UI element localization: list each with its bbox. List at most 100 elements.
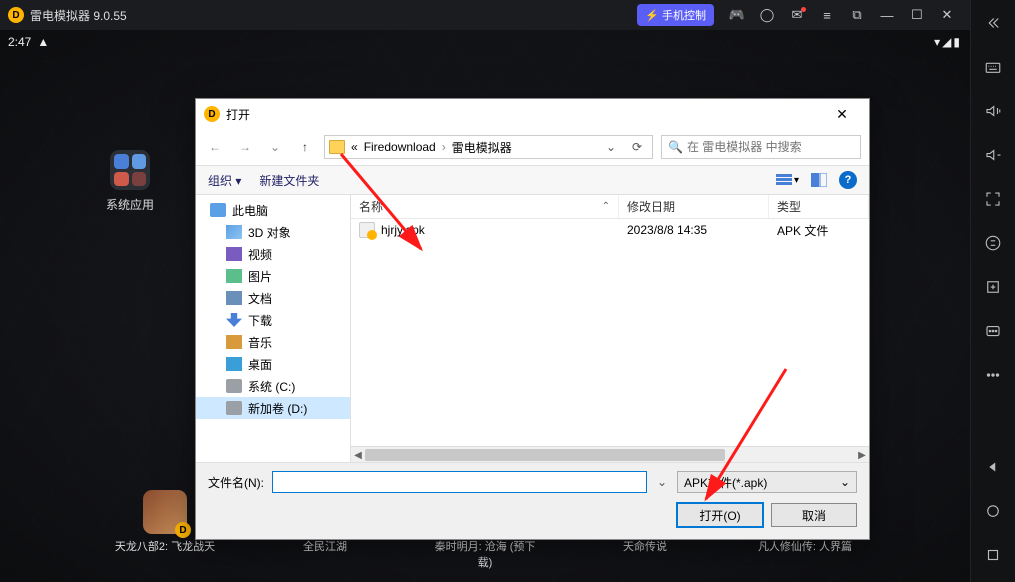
multiwindow-icon[interactable]: ⧉ bbox=[842, 0, 872, 30]
dialog-toolbar: 组织 ▾ 新建文件夹 ▾ ? bbox=[196, 165, 869, 195]
android-recents-button[interactable] bbox=[980, 542, 1006, 568]
organize-button[interactable]: 组织 ▾ bbox=[208, 172, 241, 189]
dialog-bottom-panel: 文件名(N): ⌄ APK文件(*.apk) ⌄ 打开(O) 取消 bbox=[196, 462, 869, 539]
search-icon: 🔍 bbox=[668, 140, 683, 154]
dock-label: 天命传说 bbox=[590, 538, 700, 554]
dock-label: 全民江湖 bbox=[270, 538, 380, 554]
nav-forward-button[interactable]: → bbox=[234, 136, 256, 158]
breadcrumb-overflow[interactable]: « bbox=[351, 140, 358, 154]
tree-downloads[interactable]: 下载 bbox=[196, 309, 350, 331]
cancel-button[interactable]: 取消 bbox=[771, 503, 857, 527]
fullscreen-button[interactable] bbox=[980, 186, 1006, 212]
close-button[interactable]: ✕ bbox=[932, 0, 962, 30]
lightning-icon: ⚡ bbox=[645, 9, 659, 22]
multi-instance-button[interactable] bbox=[980, 274, 1006, 300]
open-button[interactable]: 打开(O) bbox=[677, 503, 763, 527]
help-button[interactable]: ? bbox=[839, 171, 857, 189]
volume-down-button[interactable] bbox=[980, 142, 1006, 168]
tree-videos[interactable]: 视频 bbox=[196, 243, 350, 265]
nav-up-button[interactable]: ↑ bbox=[294, 136, 316, 158]
mail-icon[interactable]: ✉ bbox=[782, 0, 812, 30]
file-row[interactable]: hjrjy.apk 2023/8/8 14:35 APK 文件 bbox=[351, 219, 869, 241]
col-type[interactable]: 类型 bbox=[769, 195, 869, 218]
android-home-button[interactable] bbox=[980, 498, 1006, 524]
android-status-bar: 2:47 ▲ ▾◢▮ bbox=[0, 30, 970, 54]
file-type: APK 文件 bbox=[769, 222, 869, 239]
dock-label: 天龙八部2: 飞龙战天 bbox=[110, 538, 220, 554]
volume-up-button[interactable] bbox=[980, 98, 1006, 124]
filetype-label: APK文件(*.apk) bbox=[684, 474, 840, 491]
more-button[interactable] bbox=[980, 362, 1006, 388]
horizontal-scrollbar[interactable]: ◀ ▶ bbox=[351, 446, 869, 462]
dock-label: 秦时明月: 沧海 (预下载) bbox=[430, 538, 540, 570]
breadcrumb-sep: › bbox=[442, 140, 446, 154]
collapse-sidebar-button[interactable] bbox=[980, 10, 1006, 36]
app-title: 雷电模拟器 9.0.55 bbox=[30, 7, 127, 24]
status-icons: ▾◢▮ bbox=[934, 35, 962, 49]
dock-label: 凡人修仙传: 人界篇 bbox=[750, 538, 860, 554]
list-view-icon bbox=[776, 173, 792, 187]
maximize-button[interactable]: ☐ bbox=[902, 0, 932, 30]
system-app-label: 系统应用 bbox=[100, 196, 160, 213]
breadcrumb-firedownload[interactable]: Firedownload bbox=[364, 140, 436, 154]
dialog-titlebar: D 打开 ✕ bbox=[196, 99, 869, 129]
filename-input[interactable] bbox=[272, 471, 647, 493]
phone-control-button[interactable]: ⚡ 手机控制 bbox=[637, 4, 714, 26]
address-dropdown[interactable]: ⌄ bbox=[600, 140, 622, 154]
file-date: 2023/8/8 14:35 bbox=[619, 223, 769, 237]
address-bar[interactable]: « Firedownload › 雷电模拟器 ⌄ ⟳ bbox=[324, 135, 653, 159]
nav-recent-dropdown[interactable]: ⌄ bbox=[264, 136, 286, 158]
file-list: 名称⌃ 修改日期 类型 hjrjy.apk 2023/8/8 14:35 APK… bbox=[351, 195, 869, 462]
nav-back-button[interactable]: ← bbox=[204, 136, 226, 158]
filetype-dropdown[interactable]: APK文件(*.apk) ⌄ bbox=[677, 471, 857, 493]
titlebar: D 雷电模拟器 9.0.55 ⚡ 手机控制 🎮 ◯ ✉ ≡ ⧉ — ☐ ✕ bbox=[0, 0, 970, 30]
system-app-icon[interactable]: 系统应用 bbox=[100, 150, 160, 213]
minimize-button[interactable]: — bbox=[872, 0, 902, 30]
scroll-thumb[interactable] bbox=[365, 449, 725, 461]
filename-dropdown[interactable]: ⌄ bbox=[655, 475, 669, 489]
keymap-button[interactable] bbox=[980, 230, 1006, 256]
filename-label: 文件名(N): bbox=[208, 474, 264, 491]
column-headers: 名称⌃ 修改日期 类型 bbox=[351, 195, 869, 219]
view-mode-button[interactable]: ▾ bbox=[776, 173, 799, 187]
col-name[interactable]: 名称⌃ bbox=[351, 195, 619, 218]
newfolder-button[interactable]: 新建文件夹 bbox=[259, 172, 319, 189]
android-back-button[interactable] bbox=[980, 454, 1006, 480]
dialog-app-icon: D bbox=[204, 106, 220, 122]
right-side-toolbar bbox=[970, 0, 1015, 582]
alarm-icon: ▲ bbox=[37, 35, 49, 49]
refresh-button[interactable]: ⟳ bbox=[626, 140, 648, 154]
folder-icon bbox=[329, 140, 345, 154]
file-name: hjrjy.apk bbox=[381, 223, 425, 237]
tree-this-pc[interactable]: 此电脑 bbox=[196, 199, 350, 221]
tree-d-drive[interactable]: 新加卷 (D:) bbox=[196, 397, 350, 419]
menu-icon[interactable]: ≡ bbox=[812, 0, 842, 30]
dialog-nav-row: ← → ⌄ ↑ « Firedownload › 雷电模拟器 ⌄ ⟳ 🔍 bbox=[196, 129, 869, 165]
search-box[interactable]: 🔍 bbox=[661, 135, 861, 159]
dialog-title: 打开 bbox=[226, 106, 250, 123]
phone-control-label: 手机控制 bbox=[662, 7, 706, 23]
emulator-screen: 2:47 ▲ ▾◢▮ 系统应用 D 天龙八部2: 飞龙战天 全民江湖 秦时明月: … bbox=[0, 30, 970, 582]
preview-pane-button[interactable] bbox=[811, 173, 827, 187]
breadcrumb-current[interactable]: 雷电模拟器 bbox=[452, 139, 512, 156]
folder-tree: 此电脑 3D 对象 视频 图片 文档 下载 音乐 桌面 系统 (C:) 新加卷 … bbox=[196, 195, 351, 462]
tree-c-drive[interactable]: 系统 (C:) bbox=[196, 375, 350, 397]
tree-documents[interactable]: 文档 bbox=[196, 287, 350, 309]
pane-icon bbox=[811, 173, 827, 187]
dialog-close-button[interactable]: ✕ bbox=[823, 100, 861, 128]
col-date[interactable]: 修改日期 bbox=[619, 195, 769, 218]
tree-desktop[interactable]: 桌面 bbox=[196, 353, 350, 375]
sync-button[interactable] bbox=[980, 318, 1006, 344]
apk-file-icon bbox=[359, 222, 375, 238]
tree-pictures[interactable]: 图片 bbox=[196, 265, 350, 287]
file-open-dialog: D 打开 ✕ ← → ⌄ ↑ « Firedownload › 雷电模拟器 ⌄ … bbox=[195, 98, 870, 540]
scroll-right-button[interactable]: ▶ bbox=[855, 447, 869, 462]
account-icon[interactable]: ◯ bbox=[752, 0, 782, 30]
search-input[interactable] bbox=[687, 140, 854, 154]
scroll-left-button[interactable]: ◀ bbox=[351, 447, 365, 462]
tree-3d-objects[interactable]: 3D 对象 bbox=[196, 221, 350, 243]
tree-music[interactable]: 音乐 bbox=[196, 331, 350, 353]
keyboard-settings-button[interactable] bbox=[980, 54, 1006, 80]
gamepad-icon[interactable]: 🎮 bbox=[722, 0, 752, 30]
chevron-down-icon: ⌄ bbox=[840, 475, 850, 489]
